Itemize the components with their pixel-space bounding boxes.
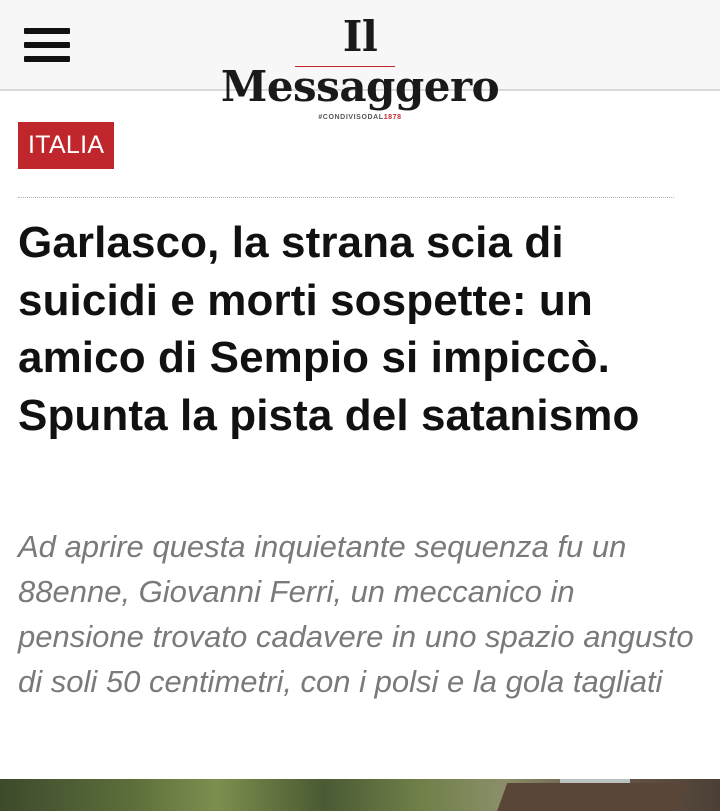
divider bbox=[18, 197, 674, 198]
article-subtitle: Ad aprire questa inquietante sequenza fu… bbox=[18, 529, 694, 699]
article-hero-image bbox=[0, 779, 720, 811]
site-logo[interactable]: Il Messaggero #CONDIVISODAL1878 bbox=[200, 12, 520, 123]
site-header: Il Messaggero #CONDIVISODAL1878 bbox=[0, 0, 720, 121]
article-headline: Garlasco, la strana scia di suicidi e mo… bbox=[18, 218, 640, 440]
hero-image-roof bbox=[492, 783, 688, 811]
section-badge[interactable]: ITALIA bbox=[18, 122, 115, 169]
hamburger-bar-top bbox=[24, 28, 70, 34]
logo-tagline: #CONDIVISODAL1878 bbox=[200, 113, 520, 123]
hamburger-bar-middle bbox=[24, 42, 70, 48]
hamburger-menu-icon[interactable] bbox=[24, 26, 70, 64]
logo-tagline-prefix: #CONDIVISODAL bbox=[318, 114, 384, 121]
logo-underline bbox=[295, 66, 395, 67]
hamburger-bar-bottom bbox=[24, 56, 70, 62]
logo-tagline-year: 1878 bbox=[383, 114, 402, 121]
logo-wordmark: Il Messaggero bbox=[220, 12, 500, 111]
